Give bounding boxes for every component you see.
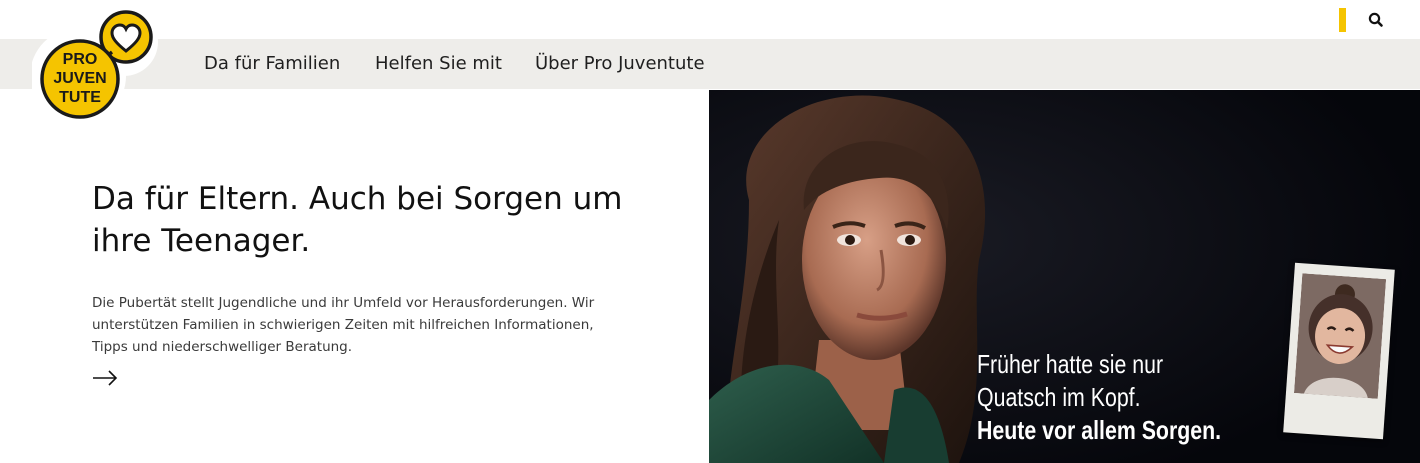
- polaroid-photo: [1283, 262, 1395, 440]
- campaign-line-3: Heute vor allem Sorgen.: [977, 415, 1222, 445]
- nav-item-ueber-pro-juventute[interactable]: Über Pro Juventute: [535, 39, 705, 89]
- campaign-overlay-text: Früher hatte sie nur Quatsch im Kopf. He…: [977, 348, 1221, 447]
- hero-description: Die Pubertät stellt Jugendliche und ihr …: [92, 295, 595, 355]
- logo-text-line-1: PRO: [63, 51, 98, 68]
- child-photo: [1293, 273, 1387, 399]
- arrow-right-icon[interactable]: [92, 368, 120, 388]
- campaign-line-1: Früher hatte sie nur: [977, 349, 1164, 379]
- nav-item-da-fuer-familien[interactable]: Da für Familien: [204, 39, 340, 89]
- campaign-line-2: Quatsch im Kopf.: [977, 382, 1141, 412]
- hero-text-block: Da für Eltern. Auch bei Sorgen um ihre T…: [92, 178, 652, 358]
- hero-title: Da für Eltern. Auch bei Sorgen um ihre T…: [92, 181, 623, 259]
- pro-juventute-logo[interactable]: PRO JUVEN TUTE: [30, 6, 164, 124]
- yellow-accent-marker: [1339, 8, 1346, 32]
- logo-text-line-3: TUTE: [59, 89, 101, 106]
- hero-campaign-image: Früher hatte sie nur Quatsch im Kopf. He…: [709, 90, 1420, 463]
- nav-item-helfen-sie-mit[interactable]: Helfen Sie mit: [375, 39, 502, 89]
- main-navigation: Da für Familien Helfen Sie mit Über Pro …: [0, 39, 1420, 89]
- logo-text-line-2: JUVEN: [53, 70, 106, 87]
- top-bar: [0, 0, 1420, 39]
- search-icon[interactable]: [1366, 10, 1386, 30]
